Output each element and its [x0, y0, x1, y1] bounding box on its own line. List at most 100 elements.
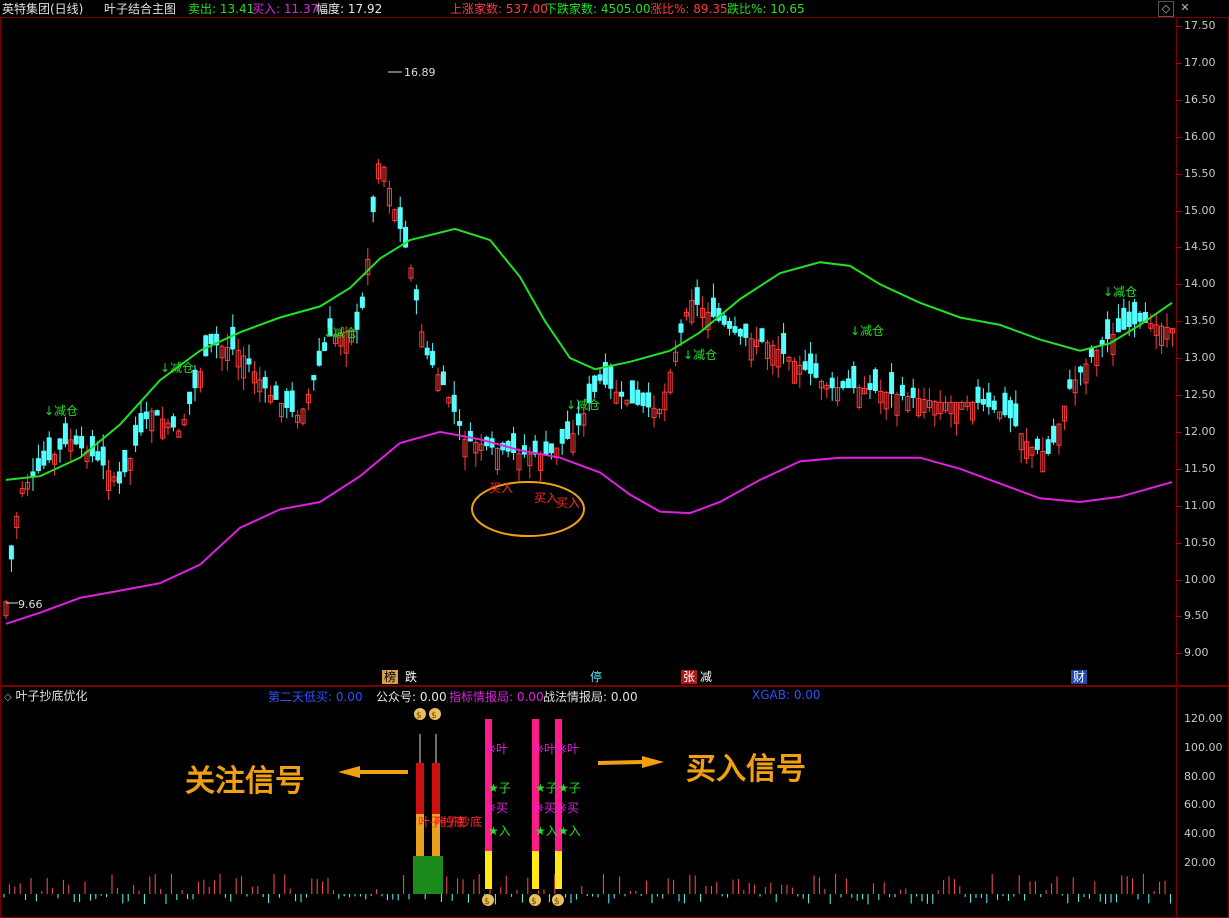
candle-body: [640, 392, 646, 407]
svg-text:$: $: [554, 897, 560, 907]
price-tick-label: 16.00: [1184, 129, 1216, 143]
price-tick-label: 11.50: [1184, 461, 1216, 475]
watch-signal-annotation: 关注信号: [185, 764, 305, 799]
buy-signal-annotation: 买入信号: [686, 752, 806, 787]
leaf-signal: ※叶: [557, 742, 580, 756]
candle-body: [851, 365, 857, 389]
candle-body: [397, 207, 403, 229]
sub-tick-label: 120.00: [1184, 712, 1223, 725]
candle-body: [629, 380, 635, 404]
candle-body: [100, 446, 106, 466]
candle-body: [743, 323, 749, 338]
leaf-signal: ※叶: [486, 742, 509, 756]
indicator-name[interactable]: 叶子结合主图: [104, 0, 176, 17]
indicator-chart[interactable]: $ $ $ $ $: [0, 686, 1177, 918]
candle-body: [413, 289, 419, 301]
stock-name[interactable]: 英特集团(日线): [2, 0, 83, 17]
candle-body: [95, 451, 101, 461]
candle-body: [986, 392, 992, 408]
price-tick-label: 11.00: [1184, 498, 1216, 512]
reduce-label: ↓减仓: [683, 348, 718, 362]
candle-body: [646, 392, 652, 408]
candle-body: [116, 471, 122, 484]
candle-body: [910, 387, 916, 398]
candle-body: [316, 350, 322, 366]
candle-body: [170, 416, 176, 428]
range-value: 幅度: 17.92: [316, 2, 383, 16]
price-tick-label: 9.00: [1184, 646, 1209, 660]
candle-body: [975, 386, 981, 403]
event-tag-rank[interactable]: 榜: [382, 670, 399, 684]
candle-body: [424, 347, 430, 356]
candlestick-chart[interactable]: 16.89 9.66: [0, 17, 1177, 686]
event-tag-finance[interactable]: 财: [1071, 670, 1088, 684]
candle-body: [138, 413, 144, 433]
price-tick-label: 12.00: [1184, 424, 1216, 438]
candle-body: [802, 361, 808, 370]
candle-body: [440, 371, 446, 386]
price-tick-label: 15.00: [1184, 203, 1216, 217]
price-tick-label: 10.00: [1184, 572, 1216, 586]
candle-body: [737, 328, 743, 337]
buy-value: 买入: 11.37: [252, 2, 319, 16]
ru-signal: ★入: [535, 824, 558, 838]
candle-body: [359, 296, 365, 308]
svg-text:$: $: [416, 711, 422, 721]
candle-body: [62, 423, 68, 445]
arrow-left-icon: [338, 766, 408, 778]
event-tag-reduce[interactable]: 减: [698, 670, 714, 684]
high-price-label: 16.89: [404, 66, 436, 79]
candle-body: [41, 450, 47, 466]
event-tag-increase[interactable]: 张: [681, 670, 698, 684]
sub-tick-label: 40.00: [1184, 827, 1216, 841]
candle-body: [187, 391, 193, 405]
price-tick-label: 13.50: [1184, 314, 1216, 328]
high-price-marker: 16.89: [388, 66, 436, 79]
low-price-label: 9.66: [18, 598, 43, 611]
svg-text:$: $: [431, 711, 437, 721]
candle-body: [73, 435, 79, 445]
candle-body: [559, 428, 565, 444]
candle-body: [322, 342, 328, 352]
candle-body: [543, 441, 549, 455]
candle-body: [678, 323, 684, 333]
sub-tick-label: 100.00: [1184, 740, 1223, 754]
buy-label: 买入: [489, 481, 514, 495]
reduce-label: ↓减仓: [1103, 285, 1138, 299]
down-count: 下跌家数: 4505.00: [545, 2, 651, 16]
magenta-ma-line: [5, 430, 1173, 625]
candle-body: [991, 400, 997, 410]
candle-body: [781, 333, 787, 354]
low-price-marker: 9.66: [6, 598, 43, 611]
mai-signal: ※买: [486, 801, 509, 815]
candle-body: [1034, 438, 1040, 450]
mai-signal: ※买: [534, 801, 557, 815]
event-tag-limit[interactable]: 停: [588, 670, 604, 684]
reduce-label: ↓减仓: [566, 398, 601, 412]
candle-body: [8, 545, 14, 560]
candle-body: [57, 438, 63, 450]
candle-body: [1137, 312, 1143, 322]
sub-tick-label: 80.00: [1184, 769, 1216, 783]
candle-body: [1067, 379, 1073, 389]
candle-body: [1115, 318, 1121, 333]
collapse-icon[interactable]: ◇: [1158, 1, 1174, 17]
event-tag-drop[interactable]: 跌: [403, 670, 419, 684]
candle-body: [262, 376, 268, 389]
price-tick-label: 14.50: [1184, 240, 1216, 254]
candle-body: [565, 421, 571, 439]
candle-body: [370, 196, 376, 213]
close-icon[interactable]: ✕: [1178, 1, 1192, 15]
candle-body: [597, 374, 603, 381]
candle-body: [133, 424, 139, 446]
price-tick-label: 17.50: [1184, 19, 1216, 32]
sub-tick-label: 60.00: [1184, 798, 1216, 812]
zi-signal: ★子: [488, 781, 511, 795]
leaf-signal: ※叶: [534, 742, 557, 756]
green-ma-line: [5, 227, 1173, 481]
candle-body: [808, 353, 814, 374]
candle-body: [575, 413, 581, 426]
sub-tick-label: 20.00: [1184, 856, 1216, 869]
reduce-label: ↓减仓: [44, 404, 79, 418]
reduce-label: ↓减仓: [323, 326, 358, 340]
